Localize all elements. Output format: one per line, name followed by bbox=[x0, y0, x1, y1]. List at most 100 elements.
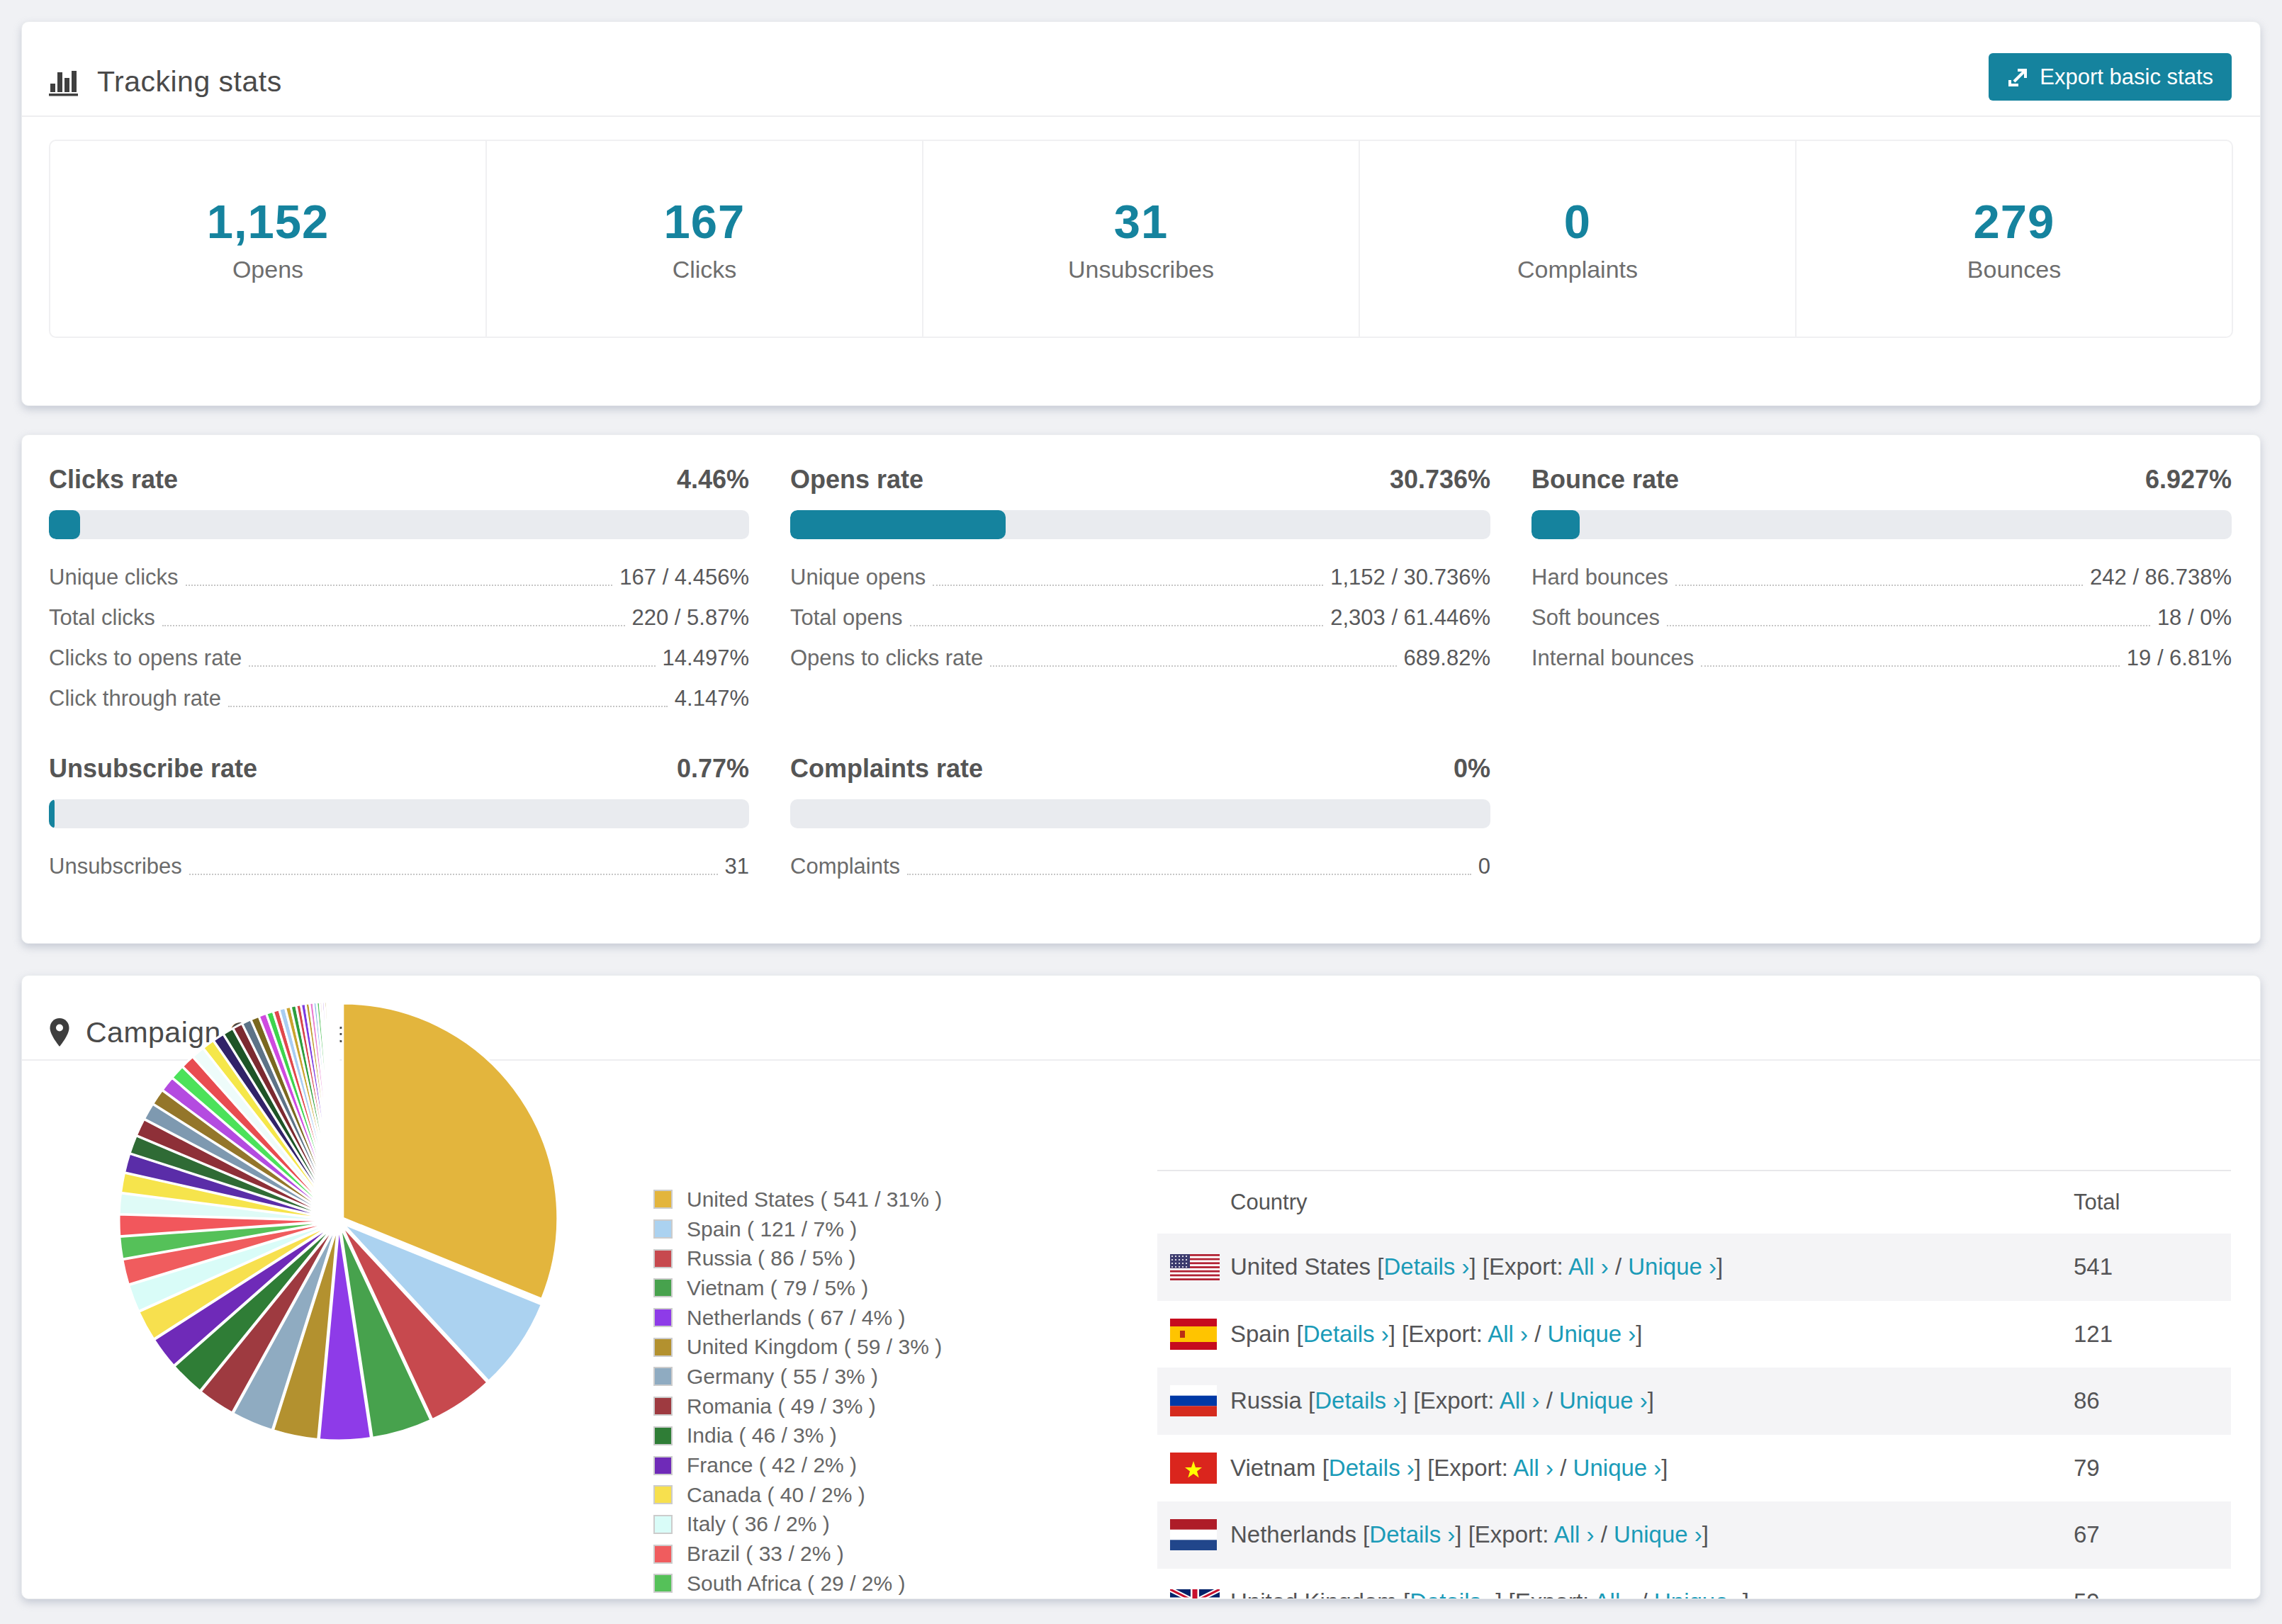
rate-detail-row: Complaints0 bbox=[790, 846, 1490, 886]
export-all-link[interactable]: All › bbox=[1513, 1455, 1553, 1481]
export-all-link[interactable]: All › bbox=[1554, 1521, 1595, 1547]
rate-detail-row: Unique opens1,152 / 30.736% bbox=[790, 557, 1490, 597]
rate-detail-value: 31 bbox=[725, 854, 749, 879]
stat-label: Bounces bbox=[1967, 256, 2061, 283]
geo-opens-table: CountryTotalUnited States [Details ›] [E… bbox=[1157, 1170, 2231, 1599]
dotted-leader bbox=[990, 665, 1396, 667]
country-total: 121 bbox=[2074, 1321, 2231, 1348]
rate-detail-value: 689.82% bbox=[1404, 645, 1490, 671]
us-flag-icon bbox=[1157, 1254, 1230, 1280]
export-icon bbox=[2007, 66, 2030, 89]
rate-progress-fill bbox=[49, 799, 55, 828]
export-all-link[interactable]: All › bbox=[1568, 1253, 1609, 1280]
country-total: 79 bbox=[2074, 1455, 2231, 1482]
stat-value: 0 bbox=[1564, 194, 1591, 249]
export-unique-link[interactable]: Unique › bbox=[1628, 1253, 1716, 1280]
geo-table-row: United States [Details ›] [Export: All ›… bbox=[1157, 1234, 2231, 1301]
tracking-stats-card: Tracking stats Export basic stats 1,152O… bbox=[21, 21, 2261, 406]
legend-swatch bbox=[653, 1367, 673, 1386]
rate-detail-row: Unsubscribes31 bbox=[49, 846, 749, 886]
legend-item: Romania ( 49 / 3% ) bbox=[653, 1392, 942, 1421]
export-all-link[interactable]: All › bbox=[1500, 1387, 1540, 1414]
legend-swatch bbox=[653, 1308, 673, 1327]
export-unique-link[interactable]: Unique › bbox=[1614, 1521, 1702, 1547]
rate-value: 0.77% bbox=[677, 754, 749, 784]
geo-table-row: Russia [Details ›] [Export: All › / Uniq… bbox=[1157, 1368, 2231, 1435]
stat-value: 1,152 bbox=[207, 194, 330, 249]
legend-swatch bbox=[653, 1485, 673, 1504]
legend-label: Germany ( 55 / 3% ) bbox=[687, 1365, 878, 1389]
legend-item: Spain ( 121 / 7% ) bbox=[653, 1214, 942, 1244]
stat-complaints: 0Complaints bbox=[1360, 141, 1797, 337]
details-link[interactable]: Details › bbox=[1303, 1321, 1389, 1347]
stat-unsubscribes: 31 Unsubscribes bbox=[923, 141, 1360, 337]
details-link[interactable]: Details › bbox=[1410, 1589, 1495, 1599]
stat-value: 31 bbox=[1114, 194, 1169, 249]
rate-progress-bar bbox=[790, 799, 1490, 828]
legend-swatch bbox=[653, 1278, 673, 1297]
rate-value: 6.927% bbox=[2145, 465, 2232, 495]
country-total: 541 bbox=[2074, 1253, 2231, 1280]
legend-label: Romania ( 49 / 3% ) bbox=[687, 1394, 876, 1419]
rate-detail-value: 167 / 4.456% bbox=[619, 565, 749, 590]
rate-detail-label: Total opens bbox=[790, 605, 903, 631]
legend-item: Brazil ( 33 / 2% ) bbox=[653, 1539, 942, 1569]
geo-table-row: Vietnam [Details ›] [Export: All › / Uni… bbox=[1157, 1435, 2231, 1502]
export-all-link[interactable]: All › bbox=[1595, 1589, 1635, 1599]
rate-detail-row: Hard bounces 242 / 86.738% bbox=[1531, 557, 2232, 597]
legend-swatch bbox=[653, 1219, 673, 1239]
export-all-link[interactable]: All › bbox=[1488, 1321, 1528, 1347]
details-link[interactable]: Details › bbox=[1369, 1521, 1455, 1547]
export-unique-link[interactable]: Unique › bbox=[1654, 1589, 1743, 1599]
legend-item: United States ( 541 / 31% ) bbox=[653, 1185, 942, 1214]
export-button-label: Export basic stats bbox=[2040, 64, 2213, 90]
stat-label: Unsubscribes bbox=[1068, 256, 1214, 283]
rate-title: Bounce rate bbox=[1531, 465, 1679, 495]
rate-title: Unsubscribe rate bbox=[49, 754, 257, 784]
country-name: Vietnam bbox=[1230, 1455, 1315, 1481]
rate-detail-value: 2,303 / 61.446% bbox=[1330, 605, 1490, 631]
legend-swatch bbox=[653, 1397, 673, 1416]
column-header-total: Total bbox=[2074, 1190, 2231, 1215]
legend-label: United States ( 541 / 31% ) bbox=[687, 1188, 942, 1212]
vn-flag-icon bbox=[1157, 1453, 1230, 1484]
stat-clicks: 167Clicks bbox=[487, 141, 923, 337]
details-link[interactable]: Details › bbox=[1315, 1387, 1400, 1414]
campaign-geo-opens-card: Campaign Geo Opens United States ( 541 /… bbox=[21, 975, 2261, 1599]
country-name: United States bbox=[1230, 1253, 1371, 1280]
rate-detail-label: Soft bounces bbox=[1531, 605, 1660, 631]
rate-detail-value: 242 / 86.738% bbox=[2090, 565, 2232, 590]
rate-value: 0% bbox=[1454, 754, 1490, 784]
ru-flag-icon bbox=[1157, 1385, 1230, 1416]
stat-label: Clicks bbox=[673, 256, 737, 283]
legend-label: United Kingdom ( 59 / 3% ) bbox=[687, 1335, 942, 1359]
export-unique-link[interactable]: Unique › bbox=[1559, 1387, 1648, 1414]
export-unique-link[interactable]: Unique › bbox=[1548, 1321, 1636, 1347]
country-total: 67 bbox=[2074, 1521, 2231, 1548]
rate-detail-label: Clicks to opens rate bbox=[49, 645, 242, 671]
bar-chart-icon bbox=[49, 67, 82, 96]
legend-swatch bbox=[653, 1545, 673, 1564]
export-unique-link[interactable]: Unique › bbox=[1573, 1455, 1662, 1481]
rate-detail-label: Opens to clicks rate bbox=[790, 645, 983, 671]
legend-item: United Kingdom ( 59 / 3% ) bbox=[653, 1332, 942, 1362]
legend-label: Vietnam ( 79 / 5% ) bbox=[687, 1276, 868, 1300]
details-link[interactable]: Details › bbox=[1329, 1455, 1415, 1481]
legend-swatch bbox=[653, 1249, 673, 1268]
rate-detail-value: 0 bbox=[1478, 854, 1490, 879]
legend-label: Italy ( 36 / 2% ) bbox=[687, 1512, 830, 1536]
legend-item: Russia ( 86 / 5% ) bbox=[653, 1244, 942, 1273]
dotted-leader bbox=[186, 585, 613, 586]
rate-detail-value: 14.497% bbox=[663, 645, 749, 671]
rate-detail-label: Click through rate bbox=[49, 686, 221, 711]
rate-detail-label: Unique opens bbox=[790, 565, 926, 590]
rate-value: 30.736% bbox=[1390, 465, 1490, 495]
legend-swatch bbox=[653, 1456, 673, 1475]
details-link[interactable]: Details › bbox=[1383, 1253, 1469, 1280]
export-basic-stats-button[interactable]: Export basic stats bbox=[1989, 53, 2232, 101]
stat-label: Opens bbox=[232, 256, 303, 283]
country-total: 59 bbox=[2074, 1589, 2231, 1599]
rate-detail-label: Hard bounces bbox=[1531, 565, 1668, 590]
legend-item: India ( 46 / 3% ) bbox=[653, 1421, 942, 1451]
rate-progress-bar bbox=[49, 510, 749, 539]
